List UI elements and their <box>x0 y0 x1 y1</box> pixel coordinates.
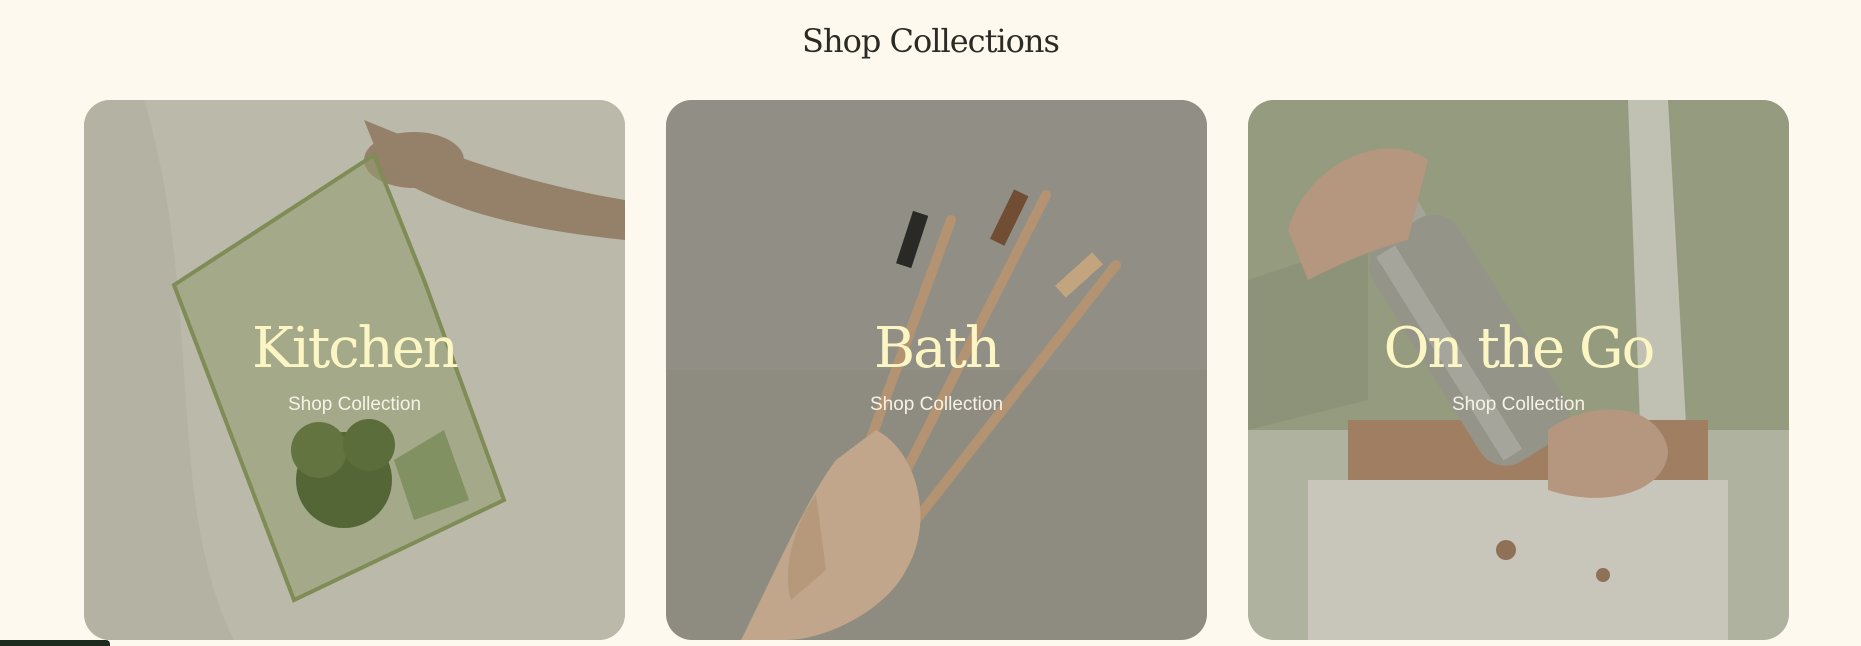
collections-grid: Kitchen Shop Collection Bath Shop Collec… <box>84 100 1789 640</box>
section-title: Shop Collections <box>802 22 1060 60</box>
shop-collection-link[interactable]: Shop Collection <box>870 394 1003 416</box>
bottom-left-tab[interactable] <box>0 640 110 646</box>
shop-collection-link[interactable]: Shop Collection <box>1452 394 1585 416</box>
collection-card-bath[interactable]: Bath Shop Collection <box>666 100 1207 640</box>
card-title: On the Go <box>1383 316 1656 381</box>
shop-collection-link[interactable]: Shop Collection <box>288 394 421 416</box>
card-title: Bath <box>873 316 1001 381</box>
card-title: Kitchen <box>252 316 459 381</box>
collection-card-on-the-go[interactable]: On the Go Shop Collection <box>1248 100 1789 640</box>
collection-card-kitchen[interactable]: Kitchen Shop Collection <box>84 100 625 640</box>
